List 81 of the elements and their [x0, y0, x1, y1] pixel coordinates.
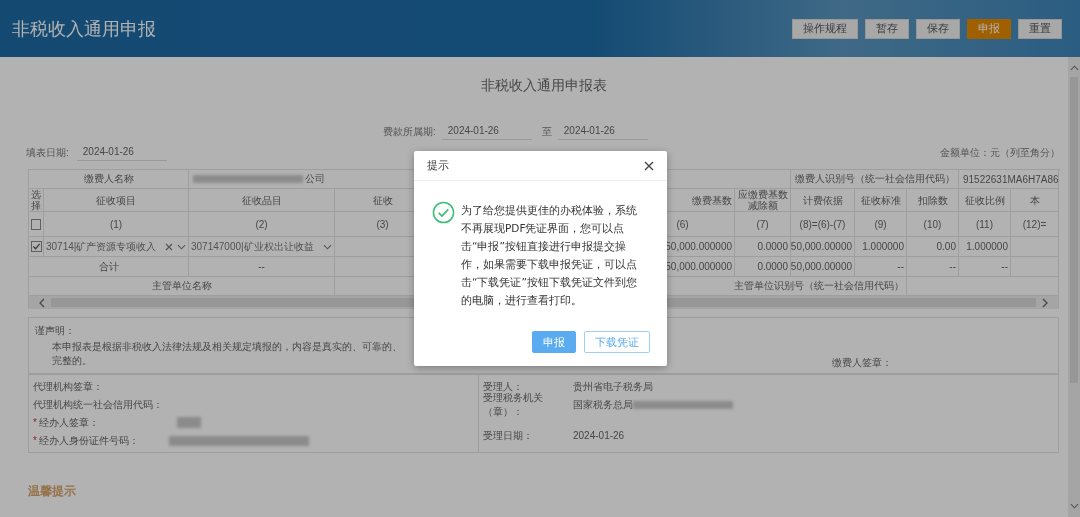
table-cell: 91522631MA6H7A86	[959, 170, 1059, 189]
select-field[interactable]: 30714|矿产资源专项收入	[46, 239, 186, 254]
field-label: 受理税务机关（章）：	[483, 391, 544, 419]
table-cell: 50,000.00000	[791, 257, 855, 277]
tip-heading: 温馨提示	[28, 483, 77, 500]
date-field[interactable]: 2024-01-26	[76, 144, 167, 161]
toolbar-button[interactable]: 操作规程	[792, 18, 858, 39]
field-label: 受理人：	[483, 379, 524, 392]
table-cell: (1)	[44, 212, 189, 237]
column-header: 计费依据	[791, 189, 855, 212]
checkbox[interactable]	[31, 218, 41, 230]
field-label: 费款所属期:	[383, 124, 436, 139]
field-value: 国家税务总局	[573, 397, 633, 412]
field-value: 贵州省电子税务局	[573, 379, 653, 394]
column-header: 应缴费基数减除额	[735, 189, 791, 212]
table-cell: 50,000.00000	[791, 237, 855, 257]
column-header: 本	[1011, 189, 1059, 212]
field-label: 填表日期:	[26, 145, 69, 160]
form-title: 非税收入通用申报表	[480, 77, 608, 95]
field-label: 受理日期：	[483, 428, 534, 443]
table-cell: 0.0000	[735, 257, 791, 277]
redacted-block	[177, 417, 201, 428]
table-cell: (12)=	[1011, 212, 1059, 237]
chevron-up-icon[interactable]	[1069, 65, 1079, 71]
required-mark: *	[33, 417, 38, 428]
field-label: 经办人签章：	[39, 415, 99, 430]
toolbar-button[interactable]: 申报	[967, 18, 1011, 39]
dialog-title: 提示	[427, 158, 449, 173]
table-cell: 0.00	[907, 237, 959, 257]
column-header: 征收项目	[44, 189, 189, 212]
required-mark: *	[33, 435, 38, 446]
unit-note: 金额单位：元（列至角分）	[940, 145, 1060, 160]
close-icon[interactable]	[644, 160, 654, 171]
chevron-right-icon[interactable]	[1042, 297, 1048, 308]
table-cell: (7)	[735, 212, 791, 237]
table-cell: (8)=(6)-(7)	[791, 212, 855, 237]
column-header: 征收品目	[189, 189, 335, 212]
column-header: 选择	[29, 189, 44, 212]
column-header: 扣除数	[907, 189, 959, 212]
table-cell: --	[189, 257, 335, 277]
column-header: 缴费人名称	[29, 170, 189, 189]
field-label: 至	[541, 124, 552, 139]
table-cell: 1.000000	[855, 237, 907, 257]
check-circle-icon	[432, 201, 455, 224]
table-cell: (2)	[189, 212, 335, 237]
vertical-scrollbar[interactable]	[1068, 57, 1080, 517]
date-field[interactable]: 2024-01-26	[441, 123, 532, 140]
table-cell: --	[855, 257, 907, 277]
dialog-button[interactable]: 申报	[532, 331, 576, 353]
table-cell: 1.000000	[959, 237, 1011, 257]
dialog-button[interactable]: 下载凭证	[584, 331, 650, 353]
field-label: 经办人身份证件号码：	[39, 433, 139, 448]
checkbox[interactable]	[30, 241, 42, 252]
declaration-title: 谨声明：	[35, 324, 76, 338]
field-label: 代理机构统一社会信用代码：	[33, 397, 163, 412]
table-cell: (11)	[959, 212, 1011, 237]
column-header: 征收标准	[855, 189, 907, 212]
caret-icon	[177, 243, 186, 250]
caret-icon	[323, 243, 332, 250]
chevron-left-icon[interactable]	[39, 297, 45, 308]
field-label: 代理机构签章：	[33, 379, 103, 394]
toolbar-button[interactable]: 保存	[916, 18, 960, 39]
date-field[interactable]: 2024-01-26	[557, 123, 648, 140]
field-value: 2024-01-26	[573, 430, 625, 441]
declaration-text: 本申报表是根据非税收入法律法规及相关规定填报的，内容是真实的、可靠的、完整的。	[52, 340, 402, 368]
select-field[interactable]: 307147000|矿业权出让收益	[191, 239, 332, 254]
table-cell: (10)	[907, 212, 959, 237]
column-header: 缴费人识别号（统一社会信用代码）	[791, 170, 959, 189]
table-cell: 0.0000	[735, 237, 791, 257]
chevron-down-icon[interactable]	[1069, 503, 1079, 509]
toolbar-button[interactable]: 暂存	[865, 18, 909, 39]
table-cell: 公司	[305, 172, 325, 186]
toolbar-button[interactable]: 重置	[1018, 18, 1062, 39]
table-cell: --	[907, 257, 959, 277]
column-header: 征收比例	[959, 189, 1011, 212]
page-title: 非税收入通用申报	[12, 16, 156, 41]
table-cell: --	[959, 257, 1011, 277]
table-cell: (9)	[855, 212, 907, 237]
row-header: 合计	[29, 257, 189, 277]
field-label: 缴费人签章：	[832, 356, 892, 370]
clear-icon[interactable]	[165, 242, 173, 251]
